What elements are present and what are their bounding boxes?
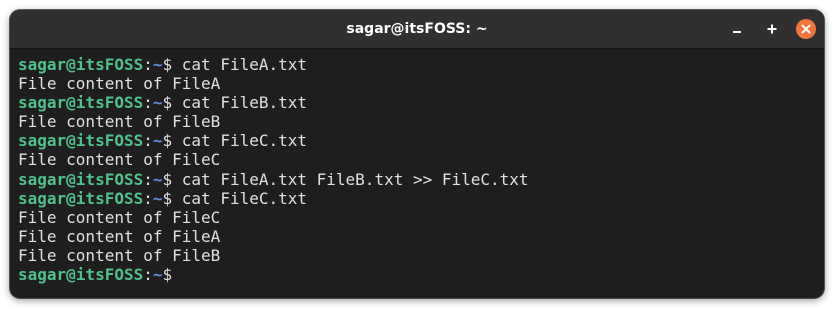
prompt-separator: :	[143, 265, 153, 285]
prompt-user-host: sagar@itsFOSS	[18, 265, 144, 285]
window-title: sagar@itsFOSS: ~	[346, 21, 488, 37]
output-text: File content of FileC	[18, 207, 221, 227]
prompt-user-host: sagar@itsFOSS	[18, 188, 144, 208]
output-line: File content of FileC	[18, 150, 818, 169]
output-line: File content of FileA	[18, 227, 818, 246]
prompt-separator: :	[143, 188, 153, 208]
output-text: File content of FileC	[18, 150, 221, 170]
prompt-symbol: $	[162, 93, 182, 113]
prompt-line: sagar@itsFOSS:~$ cat FileA.txt FileB.txt…	[18, 170, 818, 189]
command-text: cat FileA.txt	[181, 55, 308, 74]
output-text: File content of FileB	[18, 245, 221, 265]
terminal-output[interactable]: sagar@itsFOSS:~$ cat FileA.txt File conte…	[18, 55, 818, 284]
command-text: cat FileC.txt	[181, 188, 308, 208]
prompt-user-host: sagar@itsFOSS	[18, 131, 144, 151]
prompt-user-host: sagar@itsFOSS	[18, 169, 144, 189]
prompt-user-host: sagar@itsFOSS	[18, 93, 144, 113]
prompt-separator: :	[143, 169, 153, 189]
prompt-symbol: $	[162, 265, 182, 285]
command-text: cat FileC.txt	[181, 131, 308, 151]
command-text: cat FileA.txt FileB.txt >> FileC.txt	[181, 169, 529, 189]
prompt-path: ~	[152, 131, 163, 151]
prompt-line: sagar@itsFOSS:~$ cat FileA.txt	[18, 55, 818, 74]
output-text: File content of FileA	[18, 74, 221, 94]
prompt-symbol: $	[162, 169, 182, 189]
prompt-path: ~	[152, 93, 163, 113]
prompt-line: sagar@itsFOSS:~$	[18, 265, 818, 284]
output-line: File content of FileB	[18, 246, 818, 265]
title-bar[interactable]: sagar@itsFOSS: ~	[10, 10, 824, 49]
output-text: File content of FileB	[18, 112, 221, 132]
prompt-line: sagar@itsFOSS:~$ cat FileC.txt	[18, 189, 818, 208]
prompt-separator: :	[143, 55, 153, 74]
prompt-separator: :	[143, 93, 153, 113]
prompt-path: ~	[152, 169, 163, 189]
maximize-button[interactable]	[762, 19, 782, 39]
output-line: File content of FileC	[18, 208, 818, 227]
prompt-line: sagar@itsFOSS:~$ cat FileC.txt	[18, 131, 818, 150]
close-icon	[801, 24, 811, 34]
prompt-path: ~	[152, 188, 163, 208]
prompt-user-host: sagar@itsFOSS	[18, 55, 144, 74]
terminal-window: sagar@itsFOSS: ~ sagar@itsFOSS:~$ cat Fi…	[10, 10, 824, 298]
output-line: File content of FileA	[18, 74, 818, 93]
output-text: File content of FileA	[18, 226, 221, 246]
prompt-path: ~	[152, 265, 163, 285]
prompt-path: ~	[152, 55, 163, 74]
close-button[interactable]	[796, 19, 816, 39]
prompt-separator: :	[143, 131, 153, 151]
minimize-icon	[733, 31, 741, 33]
prompt-line: sagar@itsFOSS:~$ cat FileB.txt	[18, 93, 818, 112]
minimize-button[interactable]	[727, 19, 747, 39]
prompt-symbol: $	[162, 188, 182, 208]
output-line: File content of FileB	[18, 112, 818, 131]
prompt-symbol: $	[162, 55, 182, 74]
prompt-symbol: $	[162, 131, 182, 151]
maximize-icon	[767, 24, 777, 34]
command-text: cat FileB.txt	[181, 93, 308, 113]
